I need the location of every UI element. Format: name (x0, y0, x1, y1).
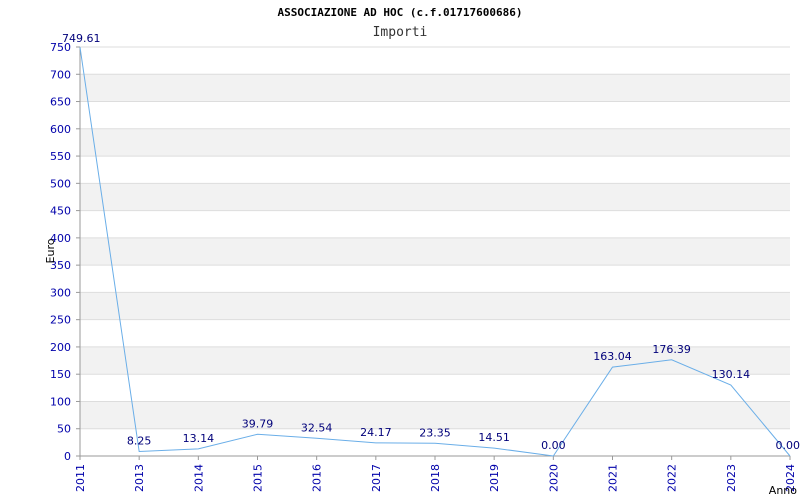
x-tick-label: 2023 (725, 464, 738, 492)
grid-band (80, 237, 790, 266)
x-tick-label: 2020 (547, 464, 560, 492)
y-tick-label: 650 (50, 96, 71, 109)
data-label: 176.39 (652, 343, 691, 356)
y-tick-label: 300 (50, 286, 71, 299)
x-axis-label: Anno (769, 484, 797, 497)
y-tick-label: 0 (64, 450, 71, 463)
grid-band (80, 183, 790, 211)
data-label: 163.04 (593, 350, 632, 363)
y-tick-label: 500 (50, 177, 71, 190)
y-axis-label: Euro (44, 238, 57, 263)
x-tick-label: 2018 (429, 464, 442, 492)
y-tick-label: 150 (50, 368, 71, 381)
x-tick-label: 2022 (666, 464, 679, 492)
x-tick-label: 2011 (74, 464, 87, 492)
data-label: 32.54 (301, 421, 333, 434)
y-tick-label: 250 (50, 314, 71, 327)
grid-band (80, 401, 790, 429)
y-tick-label: 450 (50, 205, 71, 218)
y-tick-label: 550 (50, 150, 71, 163)
x-tick-label: 2017 (370, 464, 383, 492)
data-label: 24.17 (360, 426, 392, 439)
y-tick-label: 700 (50, 68, 71, 81)
grid-band (80, 292, 790, 320)
chart: ASSOCIAZIONE AD HOC (c.f.01717600686) Im… (0, 0, 800, 500)
grid-band (80, 74, 790, 102)
data-label: 130.14 (712, 368, 751, 381)
y-tick-label: 600 (50, 123, 71, 136)
x-tick-label: 2016 (311, 464, 324, 492)
plot-area: 0501001502002503003504004505005506006507… (44, 32, 800, 497)
x-tick-label: 2013 (133, 464, 146, 492)
x-tick-label: 2021 (607, 464, 620, 492)
grid-band (80, 128, 790, 157)
data-label: 8.25 (127, 435, 152, 448)
y-tick-label: 100 (50, 395, 71, 408)
data-label: 13.14 (183, 432, 215, 445)
data-label: 0.00 (776, 439, 800, 452)
x-tick-label: 2019 (488, 464, 501, 492)
data-label: 749.61 (62, 32, 101, 45)
y-tick-label: 200 (50, 341, 71, 354)
data-label: 14.51 (478, 431, 510, 444)
data-label: 0.00 (541, 439, 566, 452)
x-tick-label: 2014 (192, 464, 205, 492)
y-tick-label: 50 (57, 423, 71, 436)
data-label: 39.79 (242, 417, 274, 430)
data-label: 23.35 (419, 426, 451, 439)
x-tick-label: 2015 (252, 464, 265, 492)
